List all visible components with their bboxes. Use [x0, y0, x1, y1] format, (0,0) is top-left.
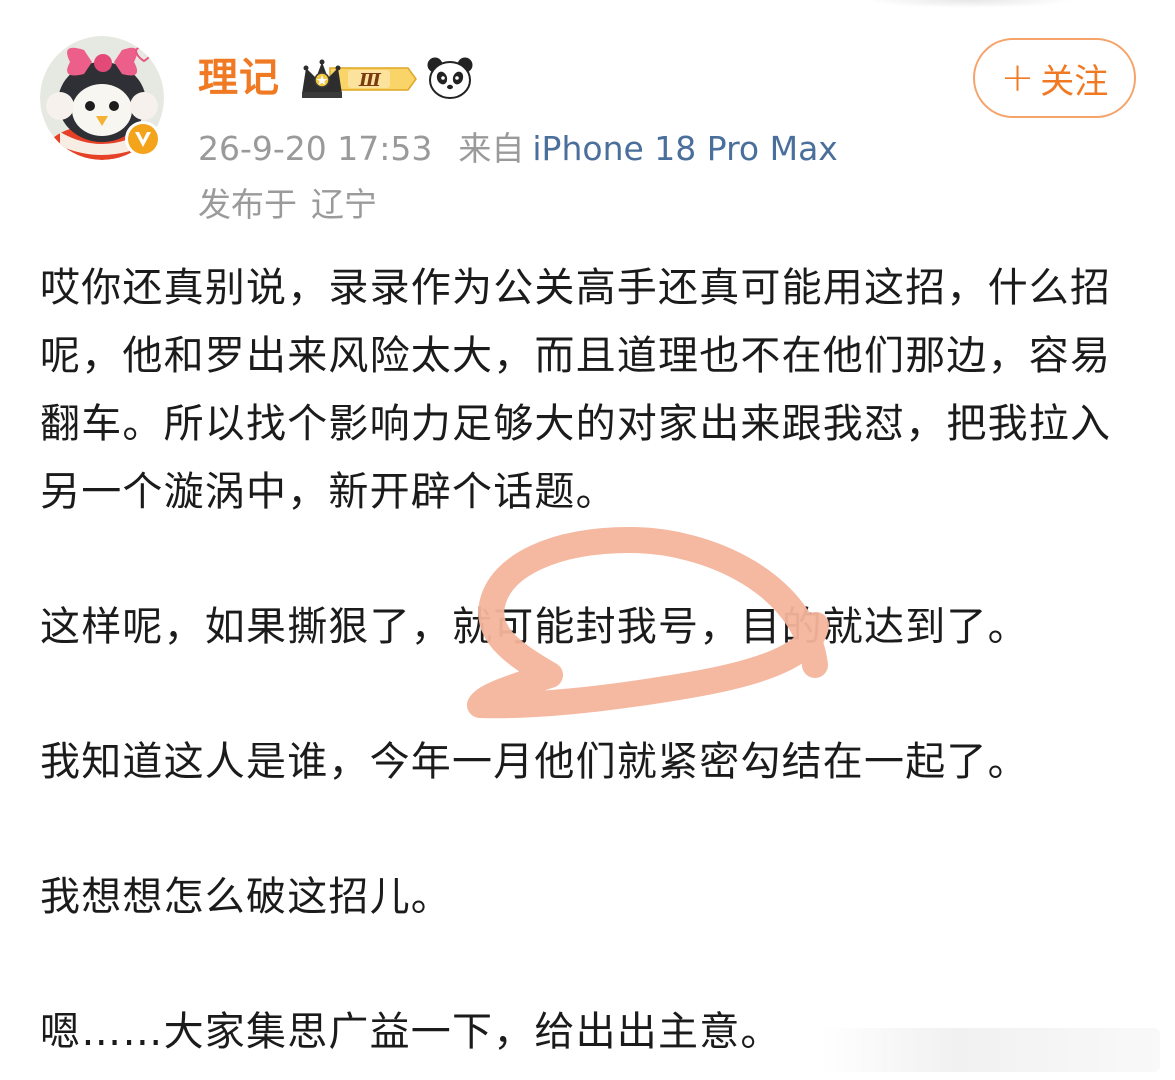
source-device[interactable]: iPhone 18 Pro Max — [532, 129, 837, 168]
top-decoration — [865, 0, 1075, 8]
follow-button-label: 关注 — [1040, 61, 1109, 102]
post-paragraph: 哎你还真别说，录录作为公关高手还真可能用这招，什么招呢，他和罗出来风险太大，而且… — [40, 265, 1112, 515]
author-avatar-container[interactable] — [40, 28, 166, 162]
level-badge-text: Ⅲ — [358, 70, 382, 91]
post-meta: 26-9-20 17:53 来自 iPhone 18 Pro Max — [198, 126, 838, 172]
location-label: 发布于 — [198, 185, 297, 224]
post-paragraph: 这样呢，如果撕狠了，就可能封我号，目的就达到了。 — [40, 604, 1029, 650]
verified-v-badge-icon — [123, 119, 163, 159]
follow-button[interactable]: + 关注 — [973, 38, 1136, 118]
post-body: 哎你还真别说，录录作为公关高手还真可能用这招，什么招呢，他和罗出来风险太大，而且… — [40, 254, 1140, 1066]
plus-icon: + — [1000, 55, 1035, 101]
bottom-watermark-blur — [820, 1028, 1160, 1072]
crown-level-badge-icon[interactable]: Ⅲ — [300, 56, 418, 102]
post-paragraph: 我知道这人是谁，今年一月他们就紧密勾结在一起了。 — [40, 739, 1029, 785]
location-value: 辽宁 — [311, 185, 377, 224]
post-paragraph: 我想想怎么破这招儿。 — [40, 874, 452, 920]
author-name[interactable]: 理记 — [198, 52, 280, 104]
source-label: 来自 — [458, 129, 525, 168]
post-location: 发布于 辽宁 — [198, 182, 377, 228]
panda-icon — [426, 56, 474, 100]
post-time: 26-9-20 17:53 — [198, 129, 433, 168]
